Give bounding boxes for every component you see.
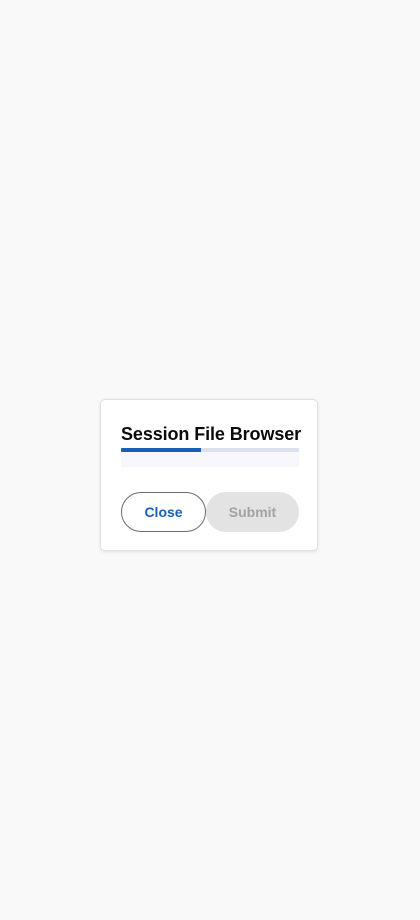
- dialog-title: Session File Browser: [121, 424, 302, 444]
- file-list-area: [121, 452, 299, 467]
- submit-button[interactable]: Submit: [206, 492, 299, 532]
- session-file-browser-dialog: Session File Browser Close Submit: [100, 399, 318, 551]
- close-button[interactable]: Close: [121, 492, 206, 532]
- page: Session File Browser Close Submit: [0, 0, 420, 920]
